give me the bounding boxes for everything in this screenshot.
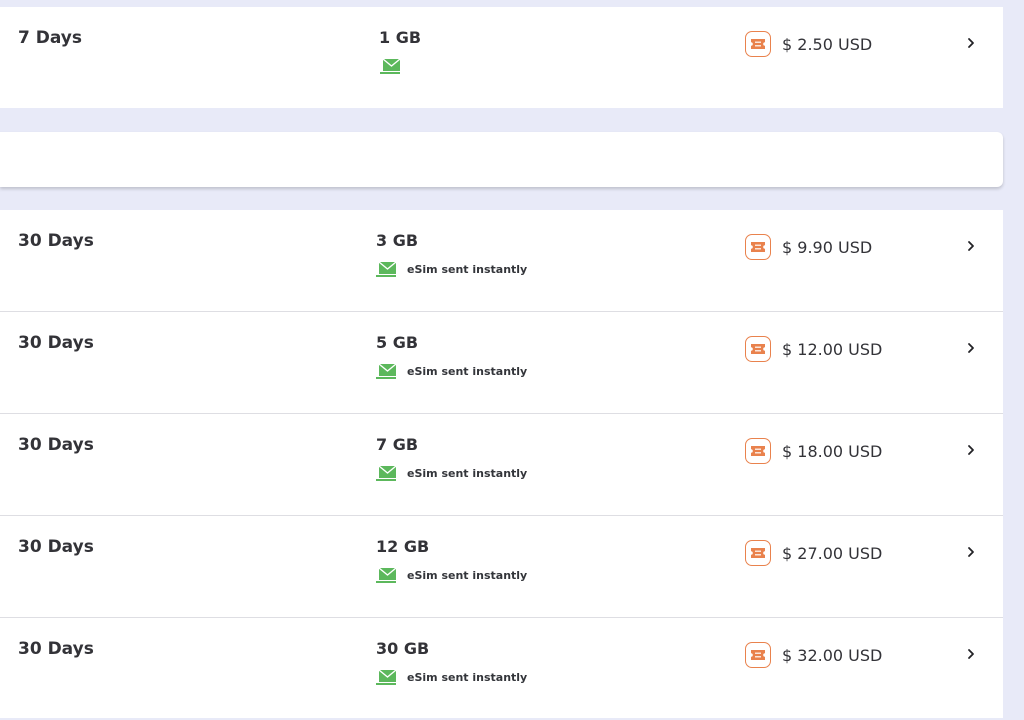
plan-price-group: $ 32.00 USD bbox=[745, 642, 882, 668]
plan-delivery bbox=[380, 58, 401, 74]
delivery-label: eSim sent instantly bbox=[407, 466, 528, 480]
delivery-label: eSim sent instantly bbox=[407, 568, 528, 582]
plan-data-amount: 30 GB bbox=[376, 639, 430, 658]
mail-send-icon bbox=[376, 363, 397, 379]
plan-price: $ 2.50 USD bbox=[782, 34, 873, 54]
plan-price-group: $ 9.90 USD bbox=[745, 234, 872, 260]
plan-price-group: $ 12.00 USD bbox=[745, 336, 882, 362]
chevron-right-icon[interactable] bbox=[966, 240, 976, 252]
plan-data-amount: 12 GB bbox=[376, 537, 430, 556]
plan-duration: 7 Days bbox=[18, 28, 83, 48]
plan-price: $ 12.00 USD bbox=[782, 339, 883, 359]
ticket-badge bbox=[745, 438, 771, 464]
ticket-icon bbox=[751, 39, 765, 49]
chevron-right-icon[interactable] bbox=[966, 444, 976, 456]
plan-price-group: $ 18.00 USD bbox=[745, 438, 882, 464]
plan-delivery: eSim sent instantly bbox=[376, 363, 527, 379]
mail-send-icon bbox=[376, 567, 397, 583]
plan-delivery: eSim sent instantly bbox=[376, 567, 527, 583]
section-bar bbox=[0, 132, 1003, 187]
plans-list: 30 Days 3 GB eSim sent instantly $ 9.90 … bbox=[0, 210, 1003, 718]
plan-price: $ 27.00 USD bbox=[782, 543, 883, 563]
chevron-right-icon[interactable] bbox=[966, 342, 976, 354]
plan-duration: 30 Days bbox=[18, 435, 94, 455]
plan-data-amount: 7 GB bbox=[376, 435, 419, 454]
ticket-icon bbox=[751, 344, 765, 354]
delivery-label: eSim sent instantly bbox=[407, 670, 528, 684]
chevron-right-icon[interactable] bbox=[966, 37, 976, 49]
ticket-icon bbox=[751, 446, 765, 456]
plan-duration: 30 Days bbox=[18, 639, 94, 659]
top-plan-card: 7 Days 1 GB $ 2.50 USD bbox=[0, 7, 1003, 108]
ticket-icon bbox=[751, 548, 765, 558]
plan-delivery: eSim sent instantly bbox=[376, 669, 527, 685]
chevron-right-icon[interactable] bbox=[966, 546, 976, 558]
plan-duration: 30 Days bbox=[18, 333, 94, 353]
plan-data-amount: 1 GB bbox=[379, 28, 422, 47]
plan-price-group: $ 2.50 USD bbox=[745, 31, 872, 57]
plan-data-amount: 3 GB bbox=[376, 231, 419, 250]
mail-send-icon bbox=[380, 58, 401, 74]
plan-price-group: $ 27.00 USD bbox=[745, 540, 882, 566]
plan-data-amount: 5 GB bbox=[376, 333, 419, 352]
plan-delivery: eSim sent instantly bbox=[376, 261, 527, 277]
plan-price: $ 18.00 USD bbox=[782, 441, 883, 461]
mail-send-icon bbox=[376, 669, 397, 685]
plan-price: $ 32.00 USD bbox=[782, 645, 883, 665]
ticket-icon bbox=[751, 242, 765, 252]
ticket-icon bbox=[751, 650, 765, 660]
ticket-badge bbox=[745, 31, 771, 57]
plan-delivery: eSim sent instantly bbox=[376, 465, 527, 481]
delivery-label: eSim sent instantly bbox=[407, 364, 528, 378]
ticket-badge bbox=[745, 642, 771, 668]
delivery-label: eSim sent instantly bbox=[407, 262, 528, 276]
plan-row[interactable]: 30 Days 7 GB eSim sent instantly $ 18.00… bbox=[0, 414, 1003, 516]
plan-price: $ 9.90 USD bbox=[782, 237, 873, 257]
chevron-right-icon[interactable] bbox=[966, 648, 976, 660]
plan-duration: 30 Days bbox=[18, 537, 94, 557]
ticket-badge bbox=[745, 540, 771, 566]
plan-duration: 30 Days bbox=[18, 231, 94, 251]
plan-row[interactable]: 30 Days 3 GB eSim sent instantly $ 9.90 … bbox=[0, 210, 1003, 312]
ticket-badge bbox=[745, 336, 771, 362]
plan-row[interactable]: 30 Days 5 GB eSim sent instantly $ 12.00… bbox=[0, 312, 1003, 414]
mail-send-icon bbox=[376, 261, 397, 277]
mail-send-icon bbox=[376, 465, 397, 481]
plan-row-7-days[interactable]: 7 Days 1 GB $ 2.50 USD bbox=[0, 7, 1003, 108]
ticket-badge bbox=[745, 234, 771, 260]
plan-row[interactable]: 30 Days 12 GB eSim sent instantly $ 27.0… bbox=[0, 516, 1003, 618]
plan-row[interactable]: 30 Days 30 GB eSim sent instantly $ 32.0… bbox=[0, 618, 1003, 719]
